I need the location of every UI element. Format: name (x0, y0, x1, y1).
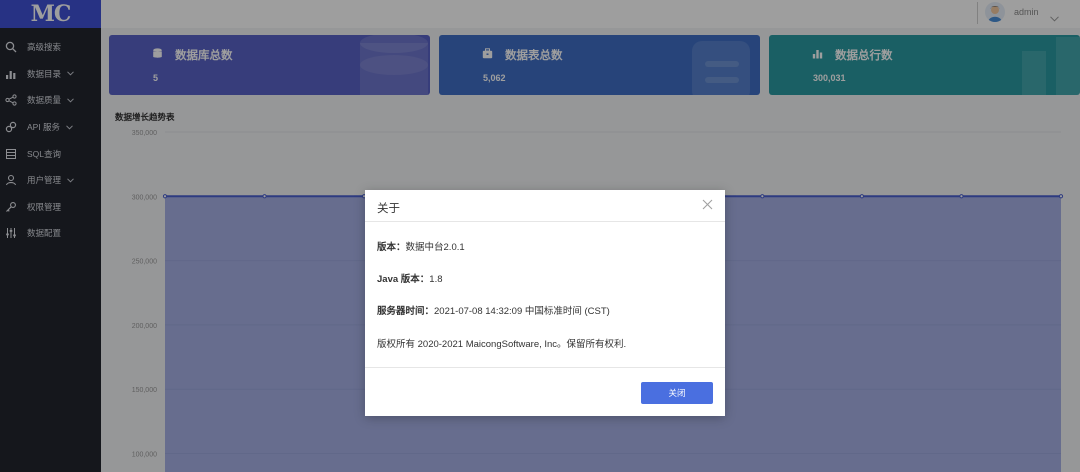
copyright-text: 版权所有 2020-2021 MaicongSoftware, Inc。保留所有… (377, 339, 627, 350)
dialog-body: 版本：数据中台2.0.1 Java 版本：1.8 服务器时间：2021-07-0… (365, 222, 725, 368)
dialog-footer: 关闭 (365, 368, 725, 415)
about-dialog: 关于 版本：数据中台2.0.1 Java 版本：1.8 服务器时间：2021-0… (365, 190, 725, 416)
close-button[interactable]: 关闭 (641, 382, 713, 404)
dialog-header: 关于 (365, 190, 725, 222)
version-line: 版本：数据中台2.0.1 (377, 239, 465, 253)
dialog-title: 关于 (377, 203, 400, 215)
version-label: 版本： (377, 242, 406, 253)
version-value: 数据中台2.0.1 (405, 242, 465, 253)
close-icon[interactable] (699, 196, 715, 212)
java-version-label: Java 版本： (377, 274, 430, 285)
server-time-line: 服务器时间：2021-07-08 14:32:09 中国标准时间 (CST) (377, 303, 610, 317)
java-version-value: 1.8 (429, 274, 443, 285)
java-version-line: Java 版本：1.8 (377, 271, 443, 285)
server-time-value: 2021-07-08 14:32:09 中国标准时间 (CST) (434, 306, 610, 317)
server-time-label: 服务器时间： (377, 306, 435, 317)
